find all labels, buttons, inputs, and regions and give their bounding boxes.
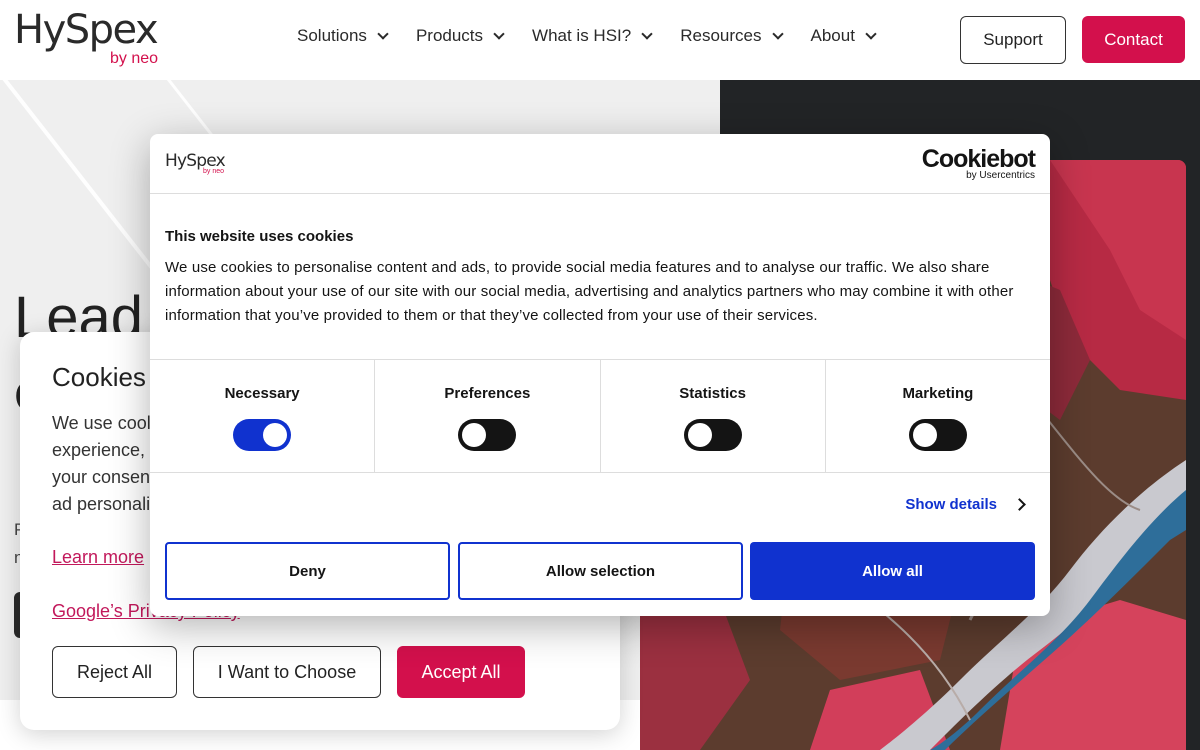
nav-about[interactable]: About <box>810 24 877 48</box>
support-button[interactable]: Support <box>960 16 1066 64</box>
marketing-toggle[interactable] <box>908 419 967 451</box>
statistics-toggle[interactable] <box>683 419 742 451</box>
show-details-link[interactable]: Show details <box>905 496 1026 513</box>
toggle-knob <box>912 423 937 447</box>
toggle-group-necessary: Necessary <box>150 360 376 472</box>
toggle-label: Marketing <box>902 385 974 402</box>
nav-about-label: About <box>810 26 855 45</box>
toggle-label: Statistics <box>679 385 746 402</box>
nav-products-label: Products <box>415 26 484 45</box>
logo-subtext: by neo <box>110 50 159 67</box>
contact-button[interactable]: Contact <box>1082 16 1185 63</box>
cookiebot-logo-text: Cookiebot <box>921 145 1036 173</box>
toggle-group-statistics: Statistics <box>601 360 826 472</box>
allow-selection-button[interactable]: Allow selection <box>458 542 743 600</box>
chevron-down-icon <box>641 27 653 40</box>
toggle-group-preferences: Preferences <box>375 360 601 472</box>
cookiebot-header: HySpex by neo Cookiebot by Usercentrics <box>150 134 1050 194</box>
logo-text: HySpex <box>14 7 159 53</box>
chevron-right-icon <box>1013 498 1026 511</box>
nav-what-is-hsi[interactable]: What is HSI? <box>532 24 653 48</box>
main-nav: Solutions Products What is HSI? Resource… <box>297 24 904 48</box>
toggle-group-marketing: Marketing <box>826 360 1050 472</box>
cookiebot-title: This website uses cookies <box>165 228 354 245</box>
nav-what-is-hsi-label: What is HSI? <box>532 26 632 45</box>
cookiebot-logo[interactable]: Cookiebot by Usercentrics <box>921 145 1036 181</box>
deny-button[interactable]: Deny <box>165 542 450 600</box>
site-header: HySpex by neo Solutions Products What is… <box>0 0 1200 80</box>
toggle-label: Preferences <box>444 385 531 402</box>
cookie-card-text-line: ad personali <box>52 494 151 514</box>
necessary-toggle[interactable] <box>233 419 292 451</box>
nav-resources[interactable]: Resources <box>680 24 784 48</box>
nav-products[interactable]: Products <box>415 24 505 48</box>
chevron-down-icon <box>865 27 877 40</box>
toggle-label: Necessary <box>224 385 300 402</box>
toggle-knob <box>687 423 712 447</box>
nav-resources-label: Resources <box>680 26 762 45</box>
nav-solutions[interactable]: Solutions <box>297 24 389 48</box>
accept-all-button[interactable]: Accept All <box>397 646 525 698</box>
chevron-down-icon <box>493 27 505 40</box>
allow-all-button[interactable]: Allow all <box>750 542 1035 600</box>
cookie-card-text-line: We use cool <box>52 413 151 433</box>
choose-button[interactable]: I Want to Choose <box>193 646 381 698</box>
cookie-card-title: Cookies <box>52 362 146 392</box>
cookiebot-description: We use cookies to personalise content an… <box>165 259 1014 324</box>
dialog-logo-subtext: by neo <box>203 168 225 175</box>
chevron-down-icon <box>377 27 389 40</box>
preferences-toggle[interactable] <box>458 419 517 451</box>
toggle-knob <box>263 423 288 447</box>
consent-toggles: Necessary Preferences Statistics Marketi… <box>150 359 1050 473</box>
nav-solutions-label: Solutions <box>297 26 367 45</box>
cookiebot-dialog: HySpex by neo Cookiebot by Usercentrics … <box>150 134 1050 616</box>
chevron-down-icon <box>771 27 784 40</box>
toggle-knob <box>462 423 487 447</box>
hyspex-logo[interactable]: HySpex by neo <box>14 7 159 67</box>
reject-all-button[interactable]: Reject All <box>52 646 177 698</box>
cookie-card-text-line: experience, <box>52 440 146 460</box>
cookie-card-text-line: your consen <box>52 467 151 487</box>
learn-more-link[interactable]: Learn more <box>52 547 144 568</box>
show-details-label: Show details <box>905 496 997 513</box>
hyspex-dialog-logo: HySpex by neo <box>165 151 226 175</box>
cookie-card-text: We use cool experience, your consen ad p… <box>52 410 152 518</box>
